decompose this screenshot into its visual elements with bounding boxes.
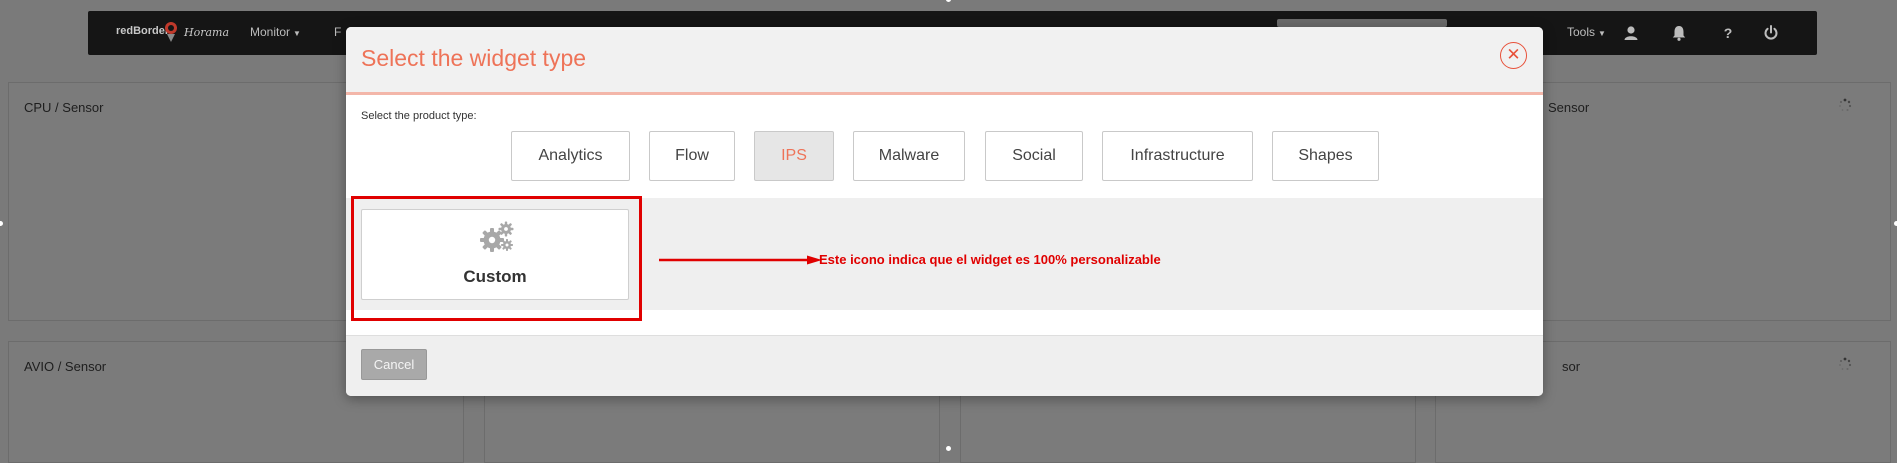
power-icon[interactable] [1762,24,1780,42]
product-type-flow[interactable]: Flow [649,131,735,181]
chevron-down-icon: ▼ [1598,29,1606,38]
panel-title: AVIO / Sensor [24,359,107,374]
product-type-analytics[interactable]: Analytics [511,131,630,181]
resize-handle [0,221,3,226]
panel-title: CPU / Sensor [24,100,104,115]
brand-logo-script: Horama [184,26,230,39]
chevron-down-icon: ▼ [293,29,301,38]
annotation-arrow-icon [659,255,822,265]
product-type-label: Select the product type: [361,110,477,122]
modal-title: Select the widget type [361,45,587,71]
panel-title: Sensor [1548,100,1590,115]
modal-footer: Cancel [346,335,1543,396]
bell-icon[interactable] [1670,24,1688,42]
annotation-text: Este icono indica que el widget es 100% … [819,252,1161,267]
resize-handle [946,0,951,2]
panel-title: sor [1562,359,1581,374]
svg-text:?: ? [1724,25,1733,41]
nav-item-partial[interactable]: F [334,25,341,39]
loading-spinner-icon [1839,98,1852,111]
product-type-infrastructure[interactable]: Infrastructure [1102,131,1253,181]
nav-search-bar[interactable] [1277,19,1447,27]
nav-tools[interactable]: Tools ▼ [1567,25,1606,39]
annotation-highlight-box [351,196,642,321]
close-icon[interactable]: ✕ [1500,42,1527,69]
cancel-button[interactable]: Cancel [361,349,427,380]
product-type-malware[interactable]: Malware [853,131,965,181]
product-type-shapes[interactable]: Shapes [1272,131,1379,181]
product-type-ips[interactable]: IPS [754,131,834,181]
select-widget-modal: Select the widget type ✕ Select the prod… [346,27,1543,396]
product-type-social[interactable]: Social [985,131,1083,181]
loading-spinner-icon [1839,357,1852,370]
brand-logo-icon [165,22,177,42]
help-icon[interactable]: ? [1719,24,1737,42]
user-icon[interactable] [1622,24,1640,42]
nav-monitor[interactable]: Monitor ▼ [250,25,301,39]
modal-header: Select the widget type ✕ [346,27,1543,95]
